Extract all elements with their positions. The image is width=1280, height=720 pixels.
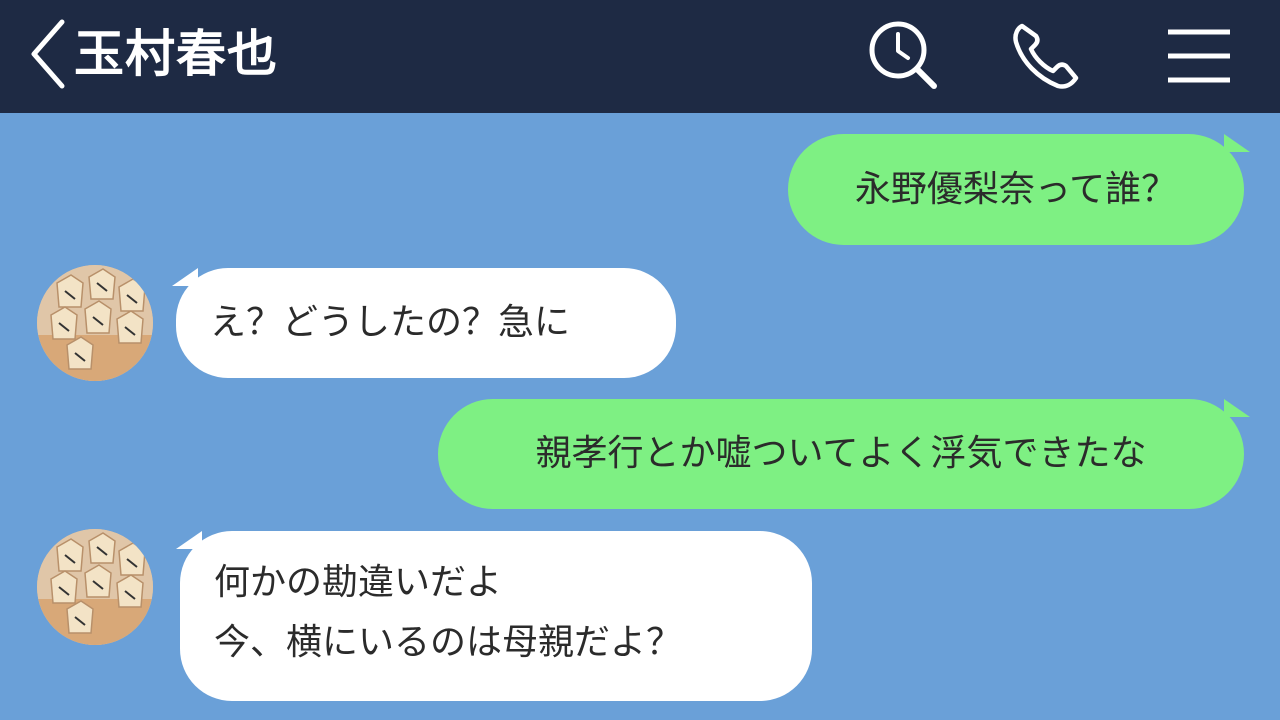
chat-header: 玉村春也 [0, 0, 1280, 113]
chat-area[interactable]: 永野優梨奈って誰？ え？どうしたの？急に 親孝行とか嘘ついてよく浮気できたな 何… [0, 113, 1280, 720]
menu-icon[interactable] [1160, 18, 1236, 94]
outgoing-message[interactable]: 親孝行とか嘘ついてよく浮気できたな [438, 399, 1244, 509]
back-icon[interactable] [22, 16, 72, 92]
contact-avatar[interactable] [37, 529, 153, 645]
contact-avatar[interactable] [37, 265, 153, 381]
outgoing-message[interactable]: 永野優梨奈って誰？ [788, 134, 1244, 245]
search-history-icon[interactable] [864, 18, 940, 94]
phone-icon[interactable] [1008, 18, 1084, 94]
message-line: 今、横にいるのは母親だよ？ [214, 622, 683, 663]
incoming-message[interactable]: え？どうしたの？急に [176, 268, 676, 378]
message-line: 何かの勘違いだよ [214, 562, 503, 603]
bubble-tail [1224, 134, 1250, 152]
incoming-message[interactable]: 何かの勘違いだよ 今、横にいるのは母親だよ？ [180, 531, 812, 701]
contact-name: 玉村春也 [74, 25, 278, 83]
